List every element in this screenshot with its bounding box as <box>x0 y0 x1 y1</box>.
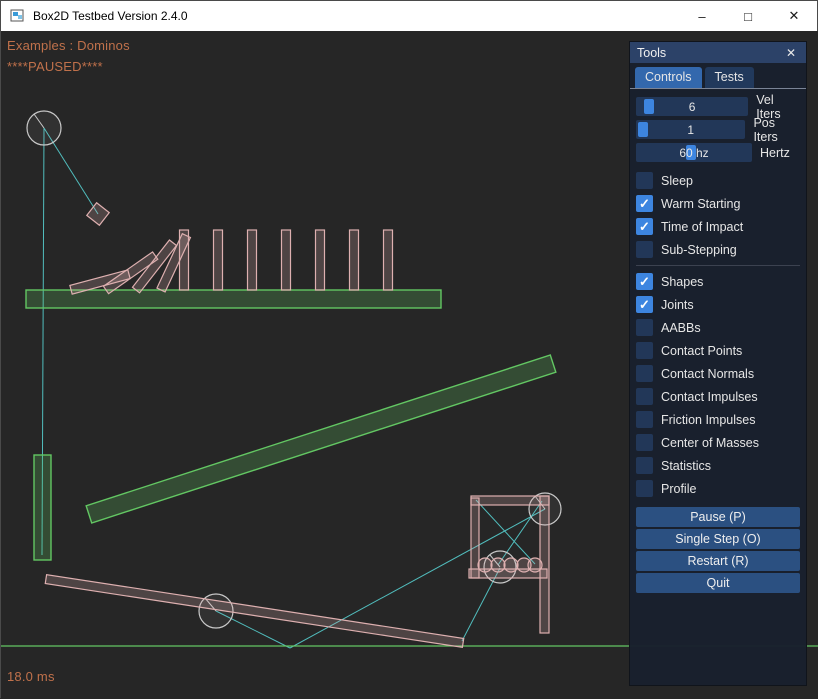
pos-iters-row: 1 Pos Iters <box>636 118 800 141</box>
tools-panel-close-icon[interactable]: ✕ <box>783 46 799 60</box>
ball[interactable] <box>528 558 542 572</box>
statistics-checkbox[interactable] <box>636 457 653 474</box>
pos-iters-label: Pos Iters <box>753 116 800 144</box>
domino[interactable] <box>180 230 189 290</box>
shapes-row: Shapes <box>636 270 800 293</box>
warm-starting-checkbox[interactable] <box>636 195 653 212</box>
shapes-label: Shapes <box>661 275 703 289</box>
single-step-button[interactable]: Single Step (O) <box>636 529 800 549</box>
contact-impulses-checkbox[interactable] <box>636 388 653 405</box>
hertz-value: 60 hz <box>679 146 708 160</box>
contact-points-checkbox[interactable] <box>636 342 653 359</box>
shapes-checkbox[interactable] <box>636 273 653 290</box>
profile-label: Profile <box>661 482 696 496</box>
aabbs-checkbox[interactable] <box>636 319 653 336</box>
box2d-testbed-window: { "window": { "title": "Box2D Testbed Ve… <box>0 0 818 698</box>
contact-normals-label: Contact Normals <box>661 367 754 381</box>
tools-panel: Tools ✕ Controls Tests 6 Vel Iters 1 Pos… <box>629 41 807 686</box>
friction-impulses-checkbox[interactable] <box>636 411 653 428</box>
frame-top-bar[interactable] <box>471 496 549 505</box>
center-of-masses-checkbox[interactable] <box>636 434 653 451</box>
contact-points-row: Contact Points <box>636 339 800 362</box>
center-of-masses-label: Center of Masses <box>661 436 759 450</box>
aabbs-label: AABBs <box>661 321 701 335</box>
example-label: Examples : Dominos <box>7 38 130 53</box>
pos-iters-slider-grab[interactable] <box>638 122 648 137</box>
ball[interactable] <box>504 558 518 572</box>
hertz-label: Hertz <box>760 146 790 160</box>
window-controls: – □ ✕ <box>679 1 817 31</box>
contact-normals-row: Contact Normals <box>636 362 800 385</box>
vel-iters-slider[interactable]: 6 <box>636 97 748 116</box>
hertz-slider[interactable]: 60 hz <box>636 143 752 162</box>
time-of-impact-label: Time of Impact <box>661 220 743 234</box>
frame-time-label: 18.0 ms <box>7 669 55 684</box>
statistics-row: Statistics <box>636 454 800 477</box>
warm-starting-row: Warm Starting <box>636 192 800 215</box>
domino[interactable] <box>316 230 325 290</box>
sleep-label: Sleep <box>661 174 693 188</box>
center-of-masses-row: Center of Masses <box>636 431 800 454</box>
joints-label: Joints <box>661 298 694 312</box>
panel-separator <box>636 265 800 266</box>
statistics-label: Statistics <box>661 459 711 473</box>
profile-checkbox[interactable] <box>636 480 653 497</box>
warm-starting-label: Warm Starting <box>661 197 740 211</box>
domino[interactable] <box>282 230 291 290</box>
friction-impulses-label: Friction Impulses <box>661 413 755 427</box>
tools-panel-titlebar[interactable]: Tools ✕ <box>630 42 806 63</box>
os-titlebar[interactable]: Box2D Testbed Version 2.4.0 – □ ✕ <box>1 1 817 31</box>
sub-stepping-row: Sub-Stepping <box>636 238 800 261</box>
vel-iters-value: 6 <box>689 100 696 114</box>
time-of-impact-row: Time of Impact <box>636 215 800 238</box>
vel-iters-slider-grab[interactable] <box>644 99 654 114</box>
tab-controls[interactable]: Controls <box>635 67 702 88</box>
pos-iters-value: 1 <box>687 123 694 137</box>
tools-tab-bar: Controls Tests <box>630 63 806 89</box>
pendulum-circle[interactable] <box>27 111 61 145</box>
profile-row: Profile <box>636 477 800 500</box>
pause-button[interactable]: Pause (P) <box>636 507 800 527</box>
domino[interactable] <box>384 230 393 290</box>
window-title: Box2D Testbed Version 2.4.0 <box>33 9 188 23</box>
minimize-button[interactable]: – <box>679 1 725 31</box>
ball[interactable] <box>478 558 492 572</box>
domino[interactable] <box>248 230 257 290</box>
time-of-impact-checkbox[interactable] <box>636 218 653 235</box>
domino[interactable] <box>350 230 359 290</box>
joints-checkbox[interactable] <box>636 296 653 313</box>
contact-impulses-row: Contact Impulses <box>636 385 800 408</box>
contact-impulses-label: Contact Impulses <box>661 390 758 404</box>
dominos-platform <box>26 290 441 308</box>
tilted-plank[interactable] <box>45 575 464 648</box>
sub-stepping-label: Sub-Stepping <box>661 243 737 257</box>
aabbs-row: AABBs <box>636 316 800 339</box>
close-button[interactable]: ✕ <box>771 1 817 31</box>
hertz-row: 60 hz Hertz <box>636 141 800 164</box>
sleep-checkbox[interactable] <box>636 172 653 189</box>
quit-button[interactable]: Quit <box>636 573 800 593</box>
domino[interactable] <box>214 230 223 290</box>
sub-stepping-checkbox[interactable] <box>636 241 653 258</box>
ball[interactable] <box>491 558 505 572</box>
pendulum-box[interactable] <box>87 203 109 225</box>
tools-panel-title: Tools <box>637 46 783 60</box>
paused-label: ****PAUSED**** <box>7 59 103 74</box>
maximize-button[interactable]: □ <box>725 1 771 31</box>
friction-impulses-row: Friction Impulses <box>636 408 800 431</box>
contact-points-label: Contact Points <box>661 344 742 358</box>
contact-normals-checkbox[interactable] <box>636 365 653 382</box>
vertical-platform <box>34 455 51 560</box>
tab-tests[interactable]: Tests <box>705 67 754 88</box>
app-icon <box>10 8 26 24</box>
joints-row: Joints <box>636 293 800 316</box>
pos-iters-slider[interactable]: 1 <box>636 120 745 139</box>
restart-button[interactable]: Restart (R) <box>636 551 800 571</box>
sleep-row: Sleep <box>636 169 800 192</box>
